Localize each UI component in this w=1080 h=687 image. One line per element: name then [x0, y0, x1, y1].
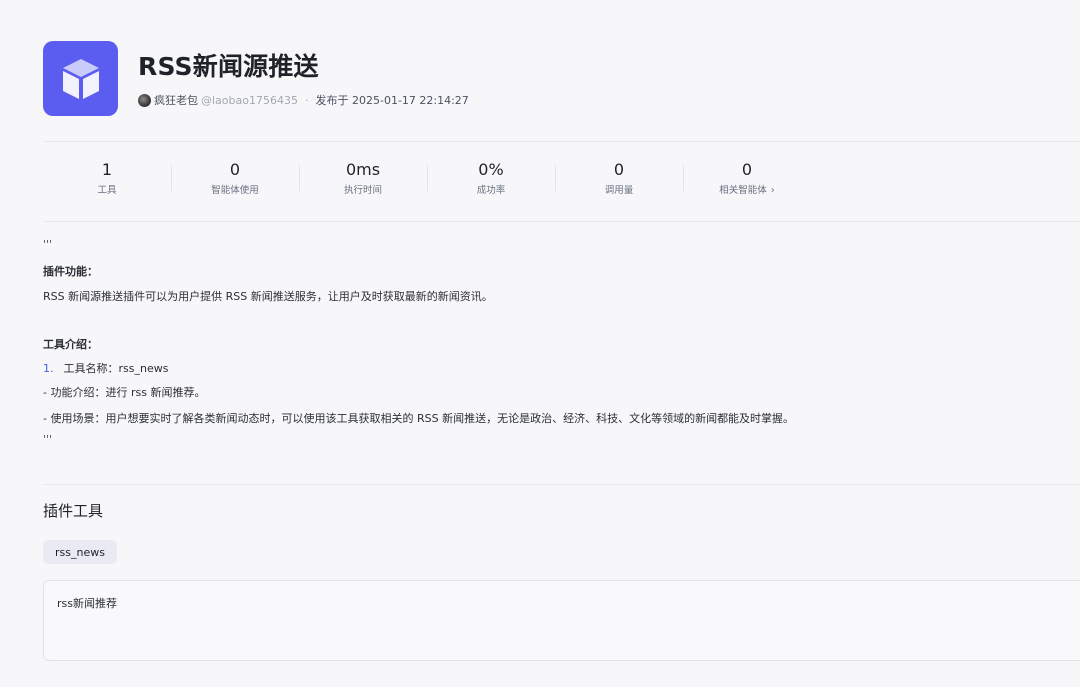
stat-value: 0ms: [345, 160, 381, 179]
close-quote: ''': [43, 433, 53, 446]
stat-value: 0%: [478, 160, 504, 179]
stat-label: 相关智能体: [719, 185, 767, 196]
chevron-right-icon: ›: [770, 185, 775, 196]
stat-value: 1: [101, 160, 113, 179]
stat-call-count: 0 调用量: [555, 158, 683, 202]
stats-bar: 1 工具 0 智能体使用 0ms 执行时间 0% 成功率 0 调用量 0 相关智…: [43, 158, 811, 202]
list-number: 1.: [43, 362, 54, 375]
stat-agent-usage: 0 智能体使用: [171, 158, 299, 202]
tools-heading: 工具介绍：: [43, 338, 98, 351]
tool-description: rss新闻推荐: [57, 597, 117, 610]
divider: [43, 141, 1080, 142]
plugin-title: RSS新闻源推送: [138, 52, 319, 81]
stat-related-agents[interactable]: 0 相关智能体 ›: [683, 158, 811, 202]
stat-label: 调用量: [604, 185, 634, 196]
plugin-tools-heading: 插件工具: [43, 502, 104, 520]
stat-label: 工具: [97, 185, 117, 196]
tool-name: 工具名称：rss_news: [63, 362, 169, 375]
tool-tab-rss-news[interactable]: rss_news: [43, 540, 117, 564]
plugin-icon: [43, 41, 118, 116]
author-name[interactable]: 疯狂老包: [154, 92, 198, 108]
divider: [43, 484, 1080, 485]
stat-success-rate: 0% 成功率: [427, 158, 555, 202]
author-avatar[interactable]: [138, 93, 151, 107]
cube-icon: [62, 58, 99, 99]
stat-label: 智能体使用: [211, 185, 259, 196]
divider: [43, 221, 1080, 222]
stat-value: 0: [613, 160, 625, 179]
stat-label: 成功率: [476, 185, 506, 196]
plugin-detail-page: RSS新闻源推送 疯狂老包 @laobao1756435 · 发布于 2025-…: [43, 0, 1080, 687]
function-text: RSS 新闻源推送插件可以为用户提供 RSS 新闻推送服务，让用户及时获取最新的…: [43, 290, 493, 303]
function-heading: 插件功能：: [43, 265, 98, 278]
stat-label: 执行时间: [343, 185, 382, 196]
meta-separator: ·: [304, 93, 309, 107]
tool-scenario: - 使用场景：用户想要实时了解各类新闻动态时，可以使用该工具获取相关的 RSS …: [43, 412, 795, 425]
tool-name-line: 1. 工具名称：rss_news: [43, 361, 168, 377]
tool-card: rss新闻推荐: [43, 580, 1080, 661]
plugin-meta: 疯狂老包 @laobao1756435 · 发布于 2025-01-17 22:…: [138, 90, 469, 110]
stat-exec-time: 0ms 执行时间: [299, 158, 427, 202]
tool-intro: - 功能介绍：进行 rss 新闻推荐。: [43, 386, 206, 399]
stat-value: 0: [229, 160, 241, 179]
open-quote: ''': [43, 238, 53, 251]
publish-time: 发布于 2025-01-17 22:14:27: [315, 94, 469, 107]
related-agents-link[interactable]: 相关智能体 ›: [719, 184, 775, 198]
stat-value: 0: [741, 160, 753, 179]
stat-tools: 1 工具: [43, 158, 171, 202]
author-handle: @laobao1756435: [201, 93, 298, 107]
